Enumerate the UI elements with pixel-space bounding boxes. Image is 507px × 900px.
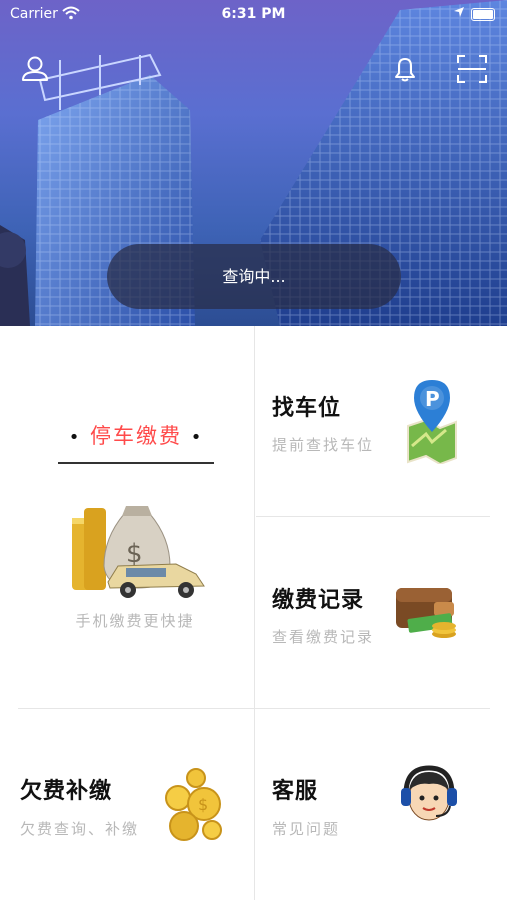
user-icon	[22, 56, 48, 81]
svg-text:P: P	[425, 387, 440, 411]
money-bag-car-icon: $	[66, 488, 210, 604]
status-time: 6:31 PM	[221, 6, 286, 22]
parking-map-pin-icon: P	[402, 376, 460, 468]
svg-text:$: $	[198, 795, 208, 814]
notification-button[interactable]	[390, 54, 420, 84]
battery-icon	[471, 8, 495, 21]
payment-records-subtitle: 查看缴费记录	[272, 628, 375, 646]
svg-text:$: $	[126, 539, 143, 569]
customer-service-subtitle: 常见问题	[272, 820, 341, 838]
profile-button[interactable]	[20, 54, 50, 84]
wallet-icon	[394, 582, 462, 650]
payment-records-title: 缴费记录	[272, 588, 365, 613]
gold-coins-icon: $	[160, 764, 226, 848]
arrears-subtitle: 欠费查询、补缴	[20, 820, 140, 838]
arrears-title: 欠费补缴	[20, 779, 113, 804]
find-parking-subtitle: 提前查找车位	[272, 436, 375, 454]
customer-service-title: 客服	[272, 779, 319, 804]
parking-payment-subtitle: 手机缴费更快捷	[75, 612, 195, 630]
scan-icon	[457, 55, 487, 83]
query-status-toast: 查询中...	[107, 244, 401, 309]
find-parking-title: 找车位	[272, 396, 342, 421]
headset-agent-icon	[398, 760, 460, 830]
location-arrow-icon	[453, 6, 465, 21]
title-underline	[58, 462, 214, 464]
bell-icon	[395, 58, 415, 82]
scan-button[interactable]	[456, 54, 488, 84]
parking-payment-title: • 停车缴费 •	[68, 424, 204, 448]
status-bar: Carrier 6:31 PM	[0, 0, 507, 30]
